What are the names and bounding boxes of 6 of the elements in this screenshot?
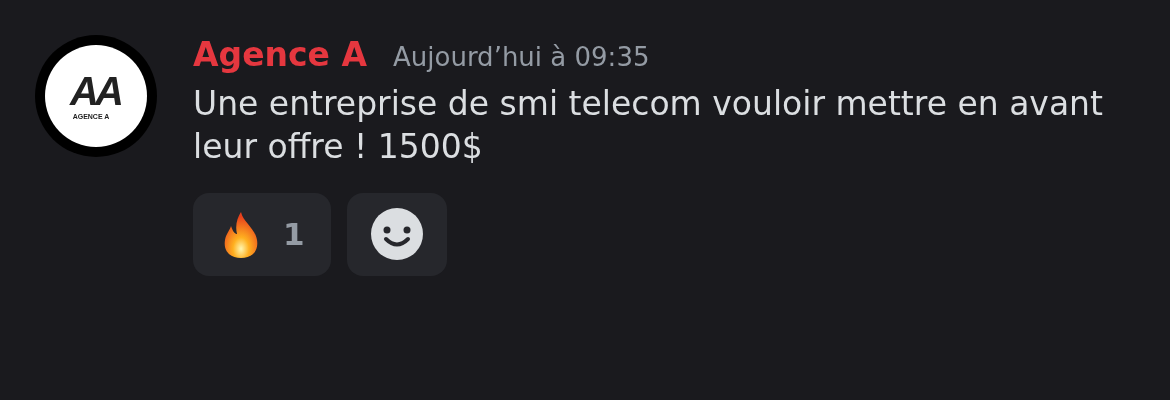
- add-reaction-button[interactable]: [346, 192, 447, 276]
- timestamp: Aujourd’hui à 09:35: [393, 41, 650, 74]
- smiley-icon: [370, 208, 423, 261]
- reaction-button[interactable]: 1: [193, 192, 331, 276]
- message-text: Une entreprise de smi telecom vouloir mettre en avant leur offre ! 1500$: [193, 83, 1104, 168]
- username[interactable]: Agence A: [193, 35, 367, 75]
